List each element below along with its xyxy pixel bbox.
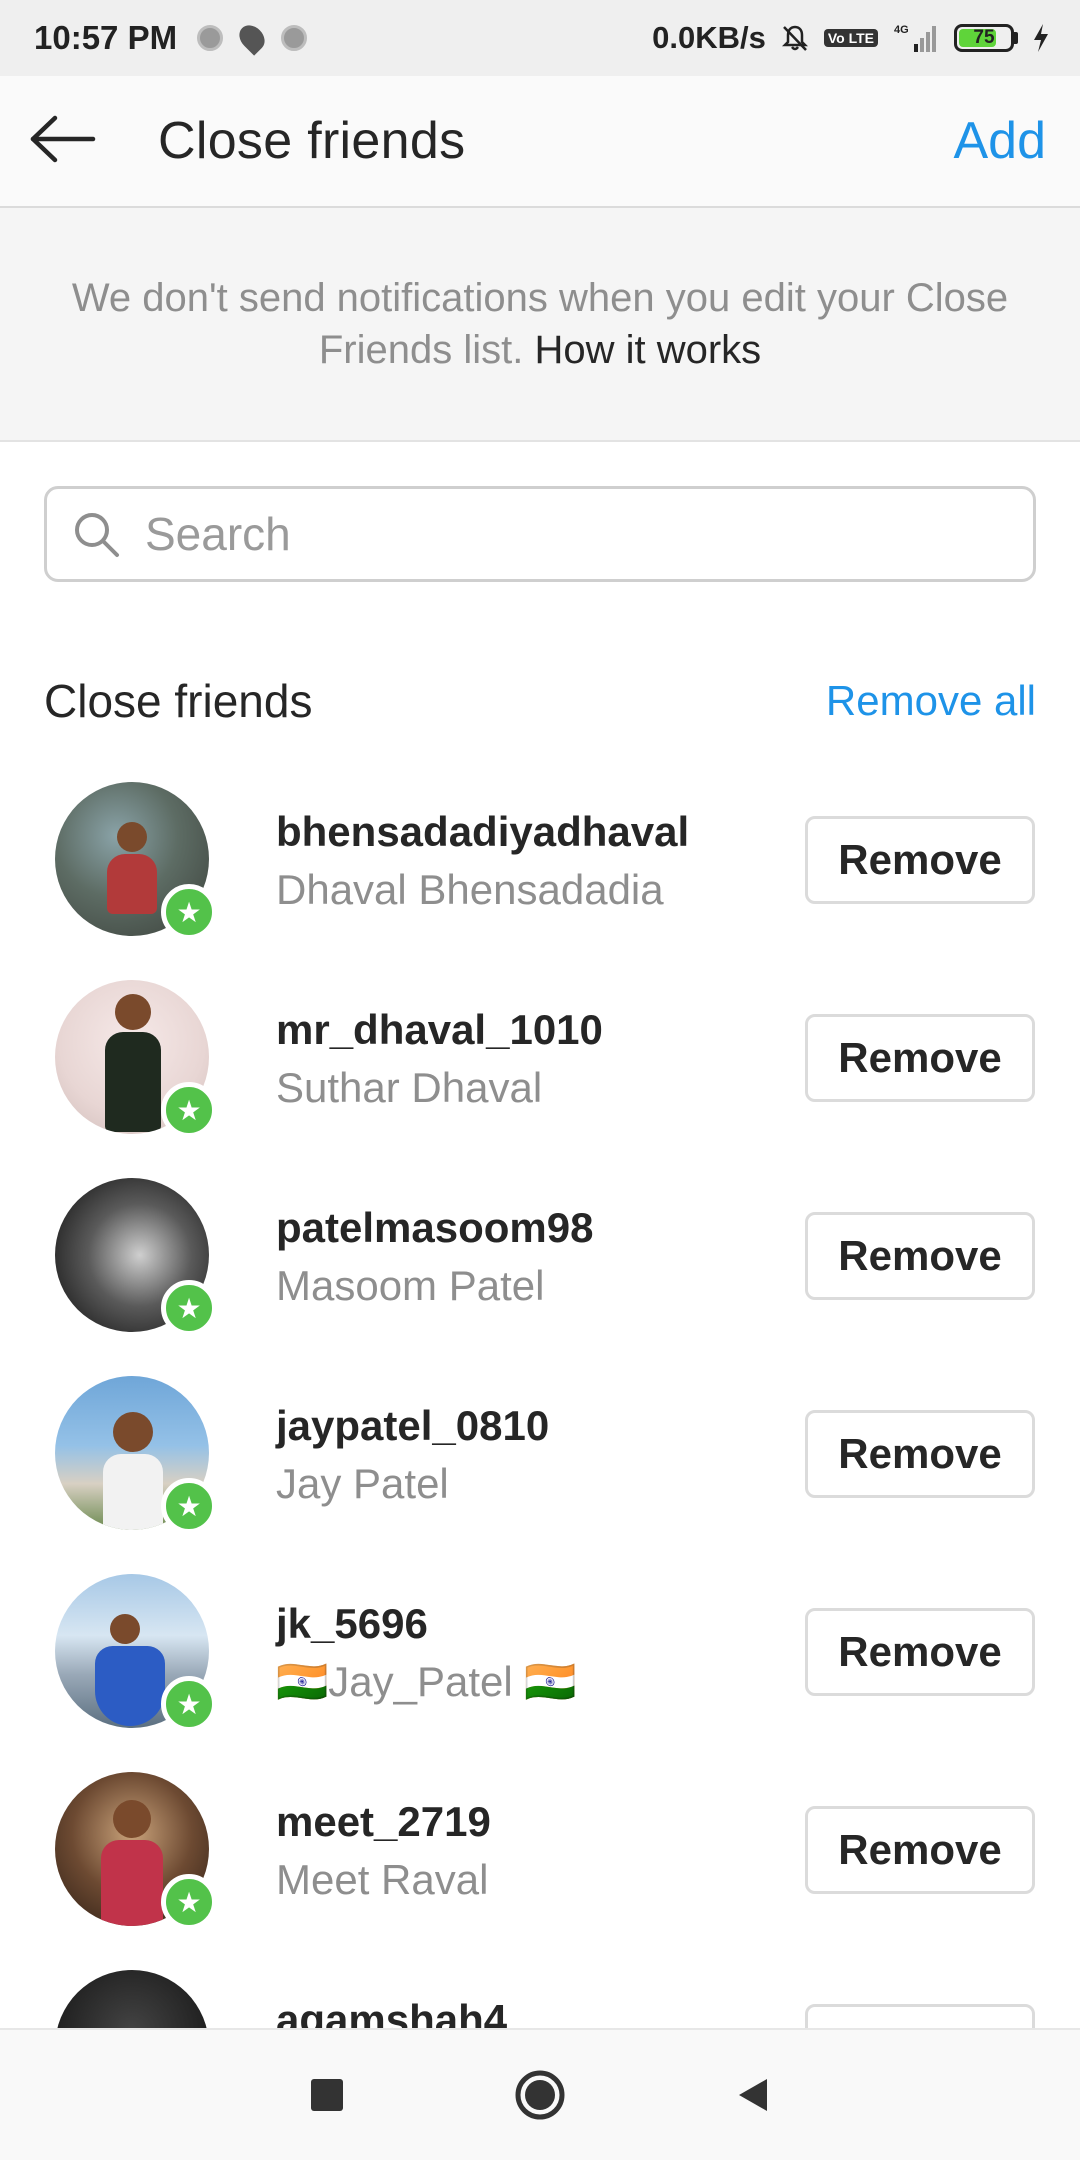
charging-bolt-icon <box>1032 23 1050 53</box>
notification-app-icon <box>281 25 308 51</box>
avatar[interactable]: ★ <box>55 782 217 940</box>
full-name: Suthar Dhaval <box>276 1064 543 1111</box>
volte-icon: Vo LTE <box>823 29 878 47</box>
info-notice: We don't send notifications when you edi… <box>0 208 1080 442</box>
network-speed: 0.0KB/s <box>652 20 766 55</box>
star-icon: ★ <box>161 1478 217 1534</box>
username[interactable]: patelmasoom98 <box>276 1204 593 1252</box>
search-input[interactable] <box>143 506 1007 562</box>
bell-muted-icon <box>780 23 810 53</box>
search-icon <box>71 509 121 559</box>
remove-button[interactable]: Remove <box>805 1014 1035 1102</box>
search-box[interactable] <box>44 486 1036 582</box>
full-name: 🇮🇳Jay_Patel 🇮🇳 <box>276 1658 577 1705</box>
remove-button[interactable]: Remove <box>805 816 1035 904</box>
page-title: Close friends <box>158 112 466 170</box>
username[interactable]: meet_2719 <box>276 1798 491 1846</box>
list-item[interactable]: ★ jaypatel_0810 Jay Patel Remove <box>0 1372 1080 1570</box>
username[interactable]: bhensadadiyadhaval <box>276 808 689 856</box>
full-name: Masoom Patel <box>276 1262 545 1309</box>
username[interactable]: jk_5696 <box>276 1600 428 1648</box>
star-icon: ★ <box>161 884 217 940</box>
star-icon: ★ <box>161 1676 217 1732</box>
avatar[interactable]: ★ <box>55 1772 217 1930</box>
list-item[interactable]: ★ patelmasoom98 Masoom Patel Remove <box>0 1174 1080 1372</box>
back-button[interactable] <box>0 75 132 207</box>
triangle-back-icon[interactable] <box>723 2065 783 2125</box>
full-name: Dhaval Bhensadadia <box>276 866 664 913</box>
system-nav-bar <box>0 2028 1080 2160</box>
remove-all-button[interactable]: Remove all <box>826 677 1036 725</box>
notification-app-icon <box>197 25 224 51</box>
signal-type: 4G <box>894 24 909 36</box>
full-name: Jay Patel <box>276 1460 449 1507</box>
square-recents-icon[interactable] <box>297 2065 357 2125</box>
star-icon: ★ <box>161 1082 217 1138</box>
status-time: 10:57 PM <box>34 19 178 56</box>
arrow-left-icon <box>27 114 97 169</box>
status-right: 0.0KB/s Vo LTE 4G 75 <box>652 20 1050 56</box>
add-button[interactable]: Add <box>953 111 1046 171</box>
notice-text-block: We don't send notifications when you edi… <box>60 272 1020 376</box>
app-bar: Close friends Add <box>0 76 1080 208</box>
avatar[interactable]: ★ <box>55 1178 217 1336</box>
star-icon: ★ <box>161 1874 217 1930</box>
status-bar: 10:57 PM 0.0KB/s Vo LTE 4G 75 <box>0 0 1080 76</box>
list-item[interactable]: ★ jk_5696 🇮🇳Jay_Patel 🇮🇳 Remove <box>0 1570 1080 1768</box>
avatar[interactable]: ★ <box>55 1376 217 1534</box>
section-title: Close friends <box>44 675 313 727</box>
star-icon: ★ <box>161 1280 217 1336</box>
signal-icon: 4G <box>892 22 940 54</box>
full-name: Meet Raval <box>276 1856 489 1903</box>
how-it-works-link[interactable]: How it works <box>534 328 761 372</box>
list-item[interactable]: ★ bhensadadiyadhaval Dhaval Bhensadadia … <box>0 778 1080 976</box>
remove-button[interactable]: Remove <box>805 1410 1035 1498</box>
remove-button[interactable]: Remove <box>805 1608 1035 1696</box>
location-pin-icon <box>234 20 270 56</box>
notification-icons <box>197 20 308 56</box>
username[interactable]: mr_dhaval_1010 <box>276 1006 603 1054</box>
avatar[interactable]: ★ <box>55 980 217 1138</box>
circle-home-icon[interactable] <box>510 2065 570 2125</box>
remove-button[interactable]: Remove <box>805 1806 1035 1894</box>
username[interactable]: jaypatel_0810 <box>276 1402 549 1450</box>
list-item[interactable]: ★ meet_2719 Meet Raval Remove <box>0 1768 1080 1966</box>
battery-text: 75 <box>973 27 995 48</box>
list-item[interactable]: ★ mr_dhaval_1010 Suthar Dhaval Remove <box>0 976 1080 1174</box>
section-header: Close friends Remove all <box>44 674 1036 728</box>
remove-button[interactable]: Remove <box>805 1212 1035 1300</box>
avatar[interactable]: ★ <box>55 1574 217 1732</box>
battery-icon: 75 <box>954 24 1018 52</box>
